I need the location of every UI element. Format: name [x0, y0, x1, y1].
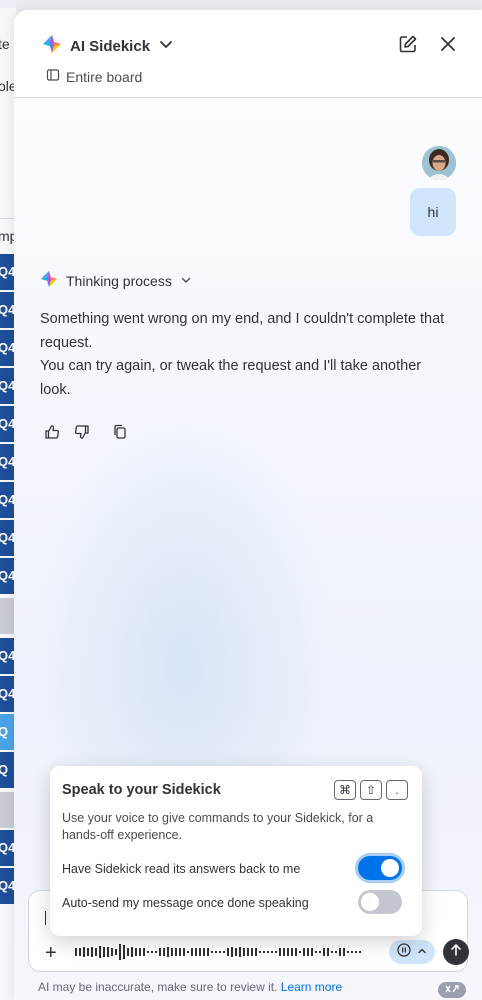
period-key: .: [386, 780, 408, 800]
voice-settings-popover: Speak to your Sidekick ⌘ ⇧ . Use your vo…: [50, 766, 422, 936]
board-fragment: te: [0, 36, 10, 52]
chevron-down-icon: [180, 273, 192, 289]
new-chat-button[interactable]: [396, 34, 420, 58]
disclaimer-text: AI may be inaccurate, make sure to revie…: [38, 980, 278, 994]
send-button[interactable]: [443, 939, 469, 965]
thumbs-down-icon[interactable]: [72, 422, 92, 442]
copy-icon[interactable]: [110, 422, 130, 442]
thinking-process-toggle[interactable]: Thinking process: [40, 270, 192, 291]
auto-send-toggle[interactable]: [358, 890, 402, 914]
thumbs-up-icon[interactable]: [42, 422, 62, 442]
sidekick-title-dropdown[interactable]: AI Sidekick: [42, 34, 174, 59]
user-message-bubble: hi: [410, 188, 456, 236]
add-attachment-button[interactable]: +: [45, 943, 57, 963]
user-avatar: [422, 146, 456, 180]
read-answers-toggle[interactable]: [358, 856, 402, 880]
tools-icon: [444, 981, 460, 999]
panel-title: AI Sidekick: [70, 38, 151, 55]
popover-description: Use your voice to give commands to your …: [62, 811, 374, 842]
toggle-knob: [361, 893, 379, 911]
chevron-up-icon[interactable]: [417, 943, 427, 961]
answer-feedback: [42, 422, 130, 442]
answer-line: You can try again, or tweak the request …: [40, 358, 422, 398]
keyboard-shortcut: ⌘ ⇧ .: [334, 780, 408, 800]
board-icon: [46, 68, 60, 85]
command-key: ⌘: [334, 780, 356, 800]
read-answers-label: Have Sidekick read its answers back to m…: [62, 862, 301, 876]
board-top-band: [0, 0, 16, 8]
board-scope[interactable]: Entire board: [46, 68, 142, 85]
ai-disclaimer: AI may be inaccurate, make sure to revie…: [38, 980, 342, 994]
assistant-answer: Something went wrong on my end, and I co…: [40, 308, 450, 402]
close-button[interactable]: [436, 34, 460, 58]
text-caret: [45, 911, 46, 925]
shift-key: ⇧: [360, 780, 382, 800]
panel-header: AI Sidekick Entire board: [14, 10, 482, 98]
user-message-text: hi: [427, 204, 439, 220]
auto-send-label: Auto-send my message once done speaking: [62, 896, 309, 910]
edit-icon: [398, 34, 418, 59]
arrow-up-icon: [449, 943, 463, 962]
sidekick-logo-icon: [40, 270, 58, 291]
chevron-down-icon: [158, 36, 174, 57]
learn-more-link[interactable]: Learn more: [281, 980, 342, 994]
scope-label: Entire board: [66, 68, 143, 85]
pause-icon[interactable]: [397, 942, 411, 962]
sidekick-logo-icon: [42, 34, 62, 59]
thinking-process-label: Thinking process: [66, 272, 172, 289]
voice-controls-pill[interactable]: [389, 940, 435, 964]
toggle-knob: [381, 859, 399, 877]
voice-waveform: [75, 944, 361, 960]
close-icon: [439, 35, 457, 58]
tools-badge[interactable]: [438, 982, 466, 998]
answer-line: Something went wrong on my end, and I co…: [40, 311, 445, 351]
popover-title: Speak to your Sidekick: [62, 782, 221, 798]
